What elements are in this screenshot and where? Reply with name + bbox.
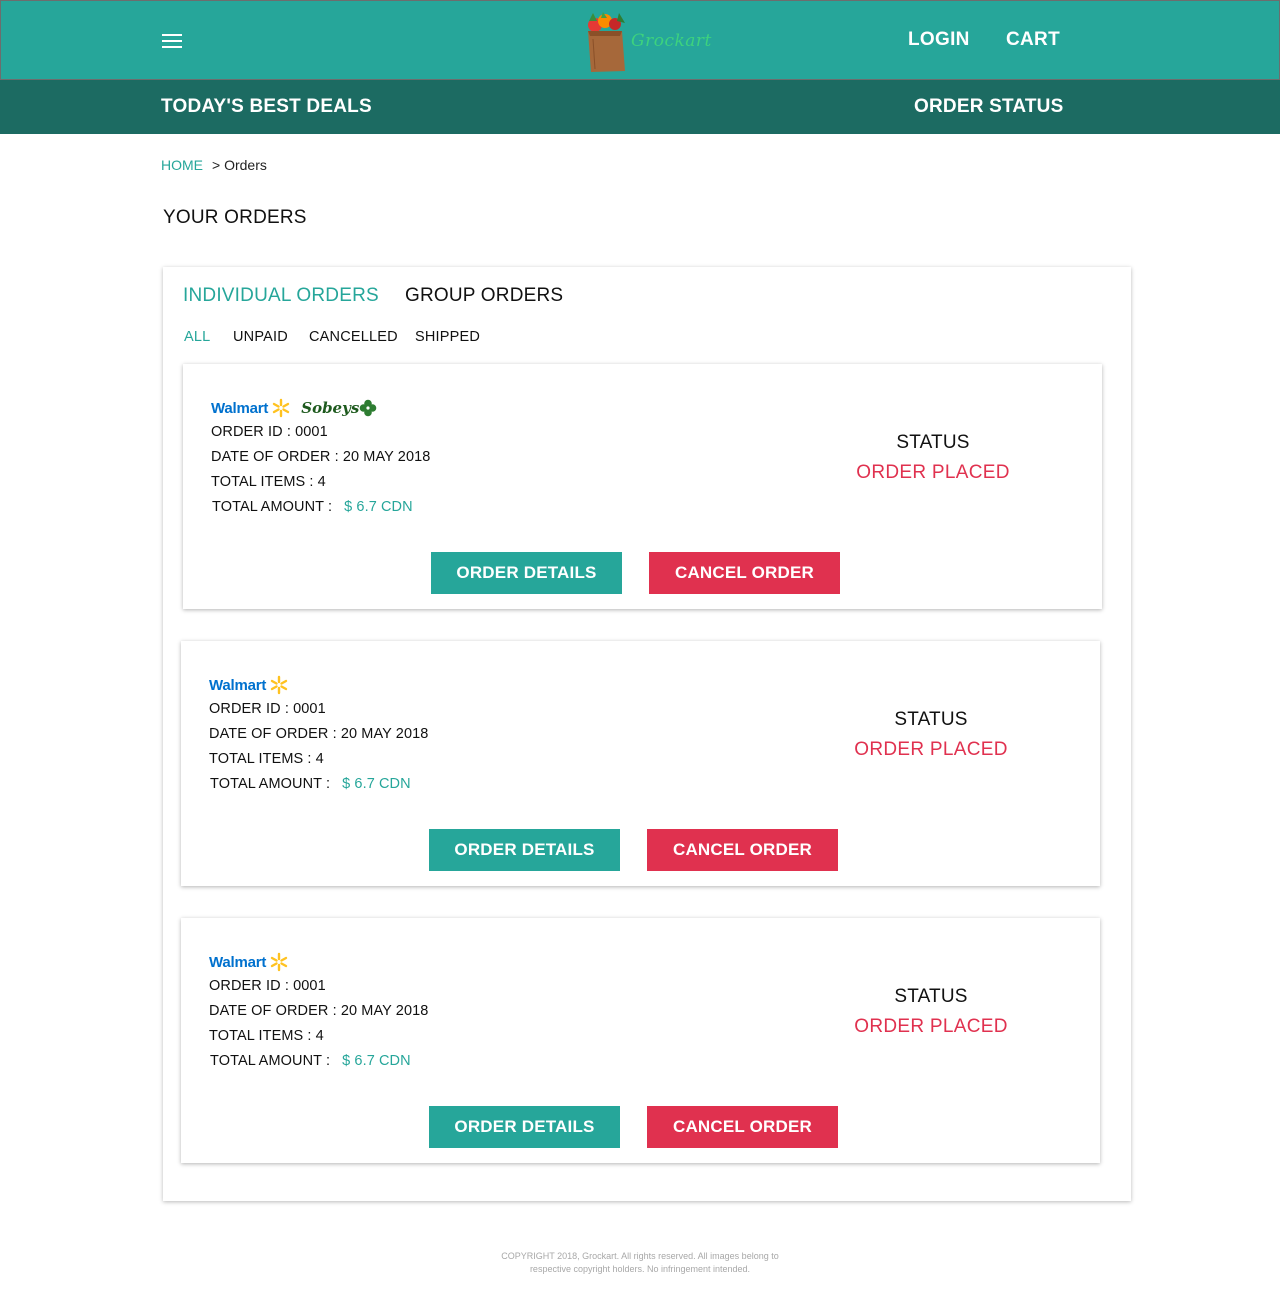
store-logos: Walmart — [209, 673, 289, 697]
order-total-items: TOTAL ITEMS : 4 — [211, 474, 326, 490]
order-id: ORDER ID : 0001 — [209, 701, 326, 717]
sobeys-wordmark: Sobeys — [301, 399, 360, 417]
total-amount-label: TOTAL AMOUNT : — [212, 499, 333, 515]
hamburger-menu-icon[interactable] — [162, 34, 182, 50]
order-total-items: TOTAL ITEMS : 4 — [209, 751, 324, 767]
order-total-amount-row: TOTAL AMOUNT : $ 6.7 CDN — [212, 499, 413, 515]
footer-copyright: COPYRIGHT 2018, Grockart. All rights res… — [480, 1250, 800, 1276]
order-card: Walmart ORDER ID : 0001 DATE OF ORDER : … — [181, 641, 1100, 886]
walmart-logo: Walmart — [211, 398, 291, 418]
order-date: DATE OF ORDER : 20 MAY 2018 — [209, 726, 429, 742]
walmart-wordmark: Walmart — [209, 676, 267, 694]
total-amount-value: $ 6.7 CDN — [344, 499, 413, 515]
walmart-spark-icon — [271, 952, 288, 972]
footer-line-2: respective copyright holders. No infring… — [529, 1264, 751, 1274]
total-amount-label: TOTAL AMOUNT : — [210, 776, 331, 792]
order-total-amount-row: TOTAL AMOUNT : $ 6.7 CDN — [210, 1053, 411, 1069]
cancel-order-button[interactable]: CANCEL ORDER — [647, 1106, 838, 1148]
order-card: Walmart ORDER ID : 0001 DATE OF ORDER : … — [181, 918, 1100, 1163]
breadcrumb-home-link[interactable]: HOME — [161, 157, 203, 173]
status-value: ORDER PLACED — [856, 462, 1010, 483]
walmart-logo: Walmart — [209, 675, 289, 695]
login-link[interactable]: LOGIN — [908, 29, 970, 51]
order-total-amount-row: TOTAL AMOUNT : $ 6.7 CDN — [210, 776, 411, 792]
walmart-wordmark: Walmart — [209, 953, 267, 971]
cancel-order-button[interactable]: CANCEL ORDER — [649, 552, 840, 594]
status-value: ORDER PLACED — [854, 739, 1008, 760]
footer-line-1: COPYRIGHT 2018, Grockart. All rights res… — [501, 1251, 779, 1261]
status-value: ORDER PLACED — [854, 1016, 1008, 1037]
order-details-button[interactable]: ORDER DETAILS — [431, 552, 622, 594]
sobeys-clover-icon — [359, 399, 377, 417]
walmart-wordmark: Walmart — [211, 399, 269, 417]
cancel-order-button[interactable]: CANCEL ORDER — [647, 829, 838, 871]
order-details-button[interactable]: ORDER DETAILS — [429, 829, 620, 871]
brand-name: Grockart — [631, 31, 712, 51]
tab-group-orders[interactable]: GROUP ORDERS — [405, 285, 563, 307]
store-logos: Walmart — [209, 950, 289, 974]
filter-all[interactable]: ALL — [184, 329, 210, 345]
order-date: DATE OF ORDER : 20 MAY 2018 — [211, 449, 431, 465]
page-title: YOUR ORDERS — [163, 207, 307, 228]
walmart-spark-icon — [271, 675, 288, 695]
status-label: STATUS — [896, 432, 970, 453]
todays-best-deals-link[interactable]: TODAY'S BEST DEALS — [161, 96, 372, 118]
top-navbar: Grockart LOGIN CART — [0, 0, 1280, 80]
walmart-logo: Walmart — [209, 952, 289, 972]
total-amount-value: $ 6.7 CDN — [342, 1053, 411, 1069]
filter-cancelled[interactable]: CANCELLED — [309, 329, 398, 345]
filter-unpaid[interactable]: UNPAID — [233, 329, 288, 345]
order-card: Walmart Sobeys ORDER ID: 0001 DATE OF O… — [183, 364, 1102, 609]
sobeys-logo: Sobeys — [301, 399, 377, 417]
secondary-navbar: TODAY'S BEST DEALS ORDER STATUS — [0, 80, 1280, 134]
cart-link[interactable]: CART — [1006, 29, 1060, 51]
total-amount-label: TOTAL AMOUNT : — [210, 1053, 331, 1069]
brand-logo[interactable]: Grockart — [581, 9, 711, 73]
order-details-button[interactable]: ORDER DETAILS — [429, 1106, 620, 1148]
tab-individual-orders[interactable]: INDIVIDUAL ORDERS — [183, 285, 379, 307]
order-date: DATE OF ORDER : 20 MAY 2018 — [209, 1003, 429, 1019]
status-label: STATUS — [894, 709, 968, 730]
filter-shipped[interactable]: SHIPPED — [415, 329, 480, 345]
order-id: ORDER ID : 0001 — [209, 978, 326, 994]
store-logos: Walmart Sobeys — [211, 396, 377, 420]
order-total-items: TOTAL ITEMS : 4 — [209, 1028, 324, 1044]
order-status-link[interactable]: ORDER STATUS — [914, 96, 1063, 118]
status-label: STATUS — [894, 986, 968, 1007]
grocery-bag-icon — [588, 12, 625, 72]
breadcrumb-current: > Orders — [212, 157, 267, 173]
walmart-spark-icon — [273, 398, 290, 418]
order-id: ORDER ID : 0001 — [211, 424, 328, 440]
total-amount-value: $ 6.7 CDN — [342, 776, 411, 792]
